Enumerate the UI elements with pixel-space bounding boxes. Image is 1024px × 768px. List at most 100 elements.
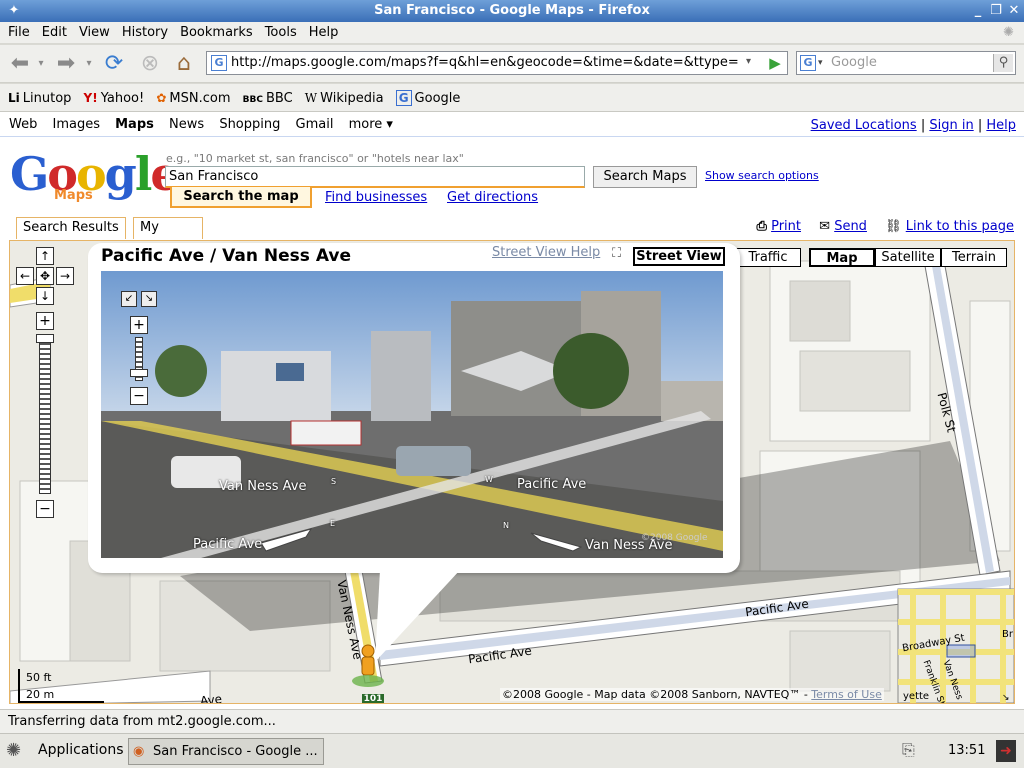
google-maps-logo[interactable]: Google Maps: [10, 148, 180, 208]
map-search-input[interactable]: San Francisco: [165, 166, 585, 188]
forward-history-icon[interactable]: ▾: [82, 50, 96, 78]
help-link[interactable]: Help: [986, 118, 1016, 133]
terms-of-use-link[interactable]: Terms of Use: [811, 688, 882, 701]
traffic-button[interactable]: Traffic: [735, 248, 801, 267]
url-dropdown-icon[interactable]: ▾: [746, 56, 751, 67]
street-view-button[interactable]: Street View: [633, 247, 725, 266]
go-button[interactable]: ▶: [764, 52, 786, 74]
clock[interactable]: 13:51: [948, 743, 985, 758]
pano-label-van-ness-left[interactable]: Van Ness Ave: [219, 479, 306, 494]
saved-locations-link[interactable]: Saved Locations: [811, 118, 917, 133]
zoom-out-button[interactable]: −: [36, 500, 54, 518]
search-icon[interactable]: ⚲: [993, 54, 1013, 72]
zoom-slider[interactable]: [39, 334, 51, 494]
map-type-map-button[interactable]: Map: [809, 248, 875, 267]
search-engine-icon[interactable]: G: [800, 55, 816, 71]
bookmark-label: BBC: [265, 91, 293, 106]
back-button[interactable]: ⬅: [6, 50, 34, 78]
gbar-gmail[interactable]: Gmail: [296, 117, 334, 132]
url-bar[interactable]: G http://maps.google.com/maps?f=q&hl=en&…: [206, 51, 788, 75]
window-menu-icon[interactable]: ✦: [6, 3, 22, 19]
separator: |: [920, 118, 926, 133]
taskbar-window-button[interactable]: ◉ San Francisco - Google ...: [128, 738, 324, 765]
bookmark-msn[interactable]: ✿ MSN.com: [156, 84, 230, 113]
pan-right-button[interactable]: →: [56, 267, 74, 285]
close-icon[interactable]: ✕: [1006, 3, 1022, 19]
home-button[interactable]: ⌂: [170, 50, 198, 78]
bookmarks-toolbar: Li Linutop Y! Yahoo! ✿ MSN.com BBC BBC W Wiki…: [0, 84, 1024, 112]
tab-find-businesses[interactable]: Find businesses: [325, 190, 427, 205]
mini-map-toggle-icon[interactable]: ↘: [1002, 693, 1010, 703]
gbar-news[interactable]: News: [169, 117, 204, 132]
gbar-web[interactable]: Web: [9, 117, 37, 132]
show-search-options-link[interactable]: Show search options: [705, 169, 819, 182]
send-link[interactable]: ✉ Send: [819, 219, 867, 234]
tab-my-maps[interactable]: My Maps: [133, 217, 203, 255]
bookmark-label: MSN.com: [169, 91, 231, 106]
menu-bar: File Edit View History Bookmarks Tools Help ✺: [0, 22, 1024, 44]
scale-bar: 50 ft 20 m: [18, 669, 104, 703]
pano-rotate-right-icon[interactable]: ↘: [141, 291, 157, 307]
stop-button[interactable]: ⊗: [136, 50, 164, 78]
pano-label-pacific-right[interactable]: Pacific Ave: [517, 477, 586, 492]
forward-button[interactable]: ➡: [52, 50, 80, 78]
menu-file[interactable]: File: [2, 22, 36, 43]
zoom-slider-handle[interactable]: [36, 334, 54, 343]
route-101-shield: 101: [362, 694, 384, 704]
web-search-input[interactable]: G ▾ Google ⚲: [796, 51, 1016, 75]
tab-get-directions[interactable]: Get directions: [447, 190, 538, 205]
menu-tools[interactable]: Tools: [259, 22, 303, 43]
scale-m: 20 m: [26, 688, 55, 701]
network-icon[interactable]: ⎘: [902, 740, 915, 760]
menu-view[interactable]: View: [73, 22, 116, 43]
menu-bookmarks[interactable]: Bookmarks: [174, 22, 259, 43]
fullscreen-icon[interactable]: ⛶: [612, 246, 621, 261]
gbar-images[interactable]: Images: [52, 117, 100, 132]
zoom-in-button[interactable]: +: [36, 312, 54, 330]
pan-left-button[interactable]: ←: [16, 267, 34, 285]
engine-dropdown-icon[interactable]: ▾: [818, 52, 823, 74]
gbar-shopping[interactable]: Shopping: [219, 117, 280, 132]
pan-up-button[interactable]: ↑: [36, 247, 54, 265]
pano-zoom-handle[interactable]: [130, 369, 148, 377]
menu-edit[interactable]: Edit: [36, 22, 73, 43]
tab-search-results[interactable]: Search Results: [16, 217, 126, 239]
pano-zoom-in-button[interactable]: +: [130, 316, 148, 334]
gbar-more[interactable]: more ▾: [349, 117, 393, 132]
street-view-help-link[interactable]: Street View Help: [492, 245, 600, 260]
menu-help[interactable]: Help: [303, 22, 345, 43]
bookmark-wikipedia[interactable]: W Wikipedia: [305, 84, 384, 113]
map-type-terrain-button[interactable]: Terrain: [941, 248, 1007, 267]
print-link[interactable]: ⎙ Print: [757, 219, 801, 234]
minimize-icon[interactable]: _: [970, 3, 986, 19]
bookmark-google[interactable]: G Google: [395, 84, 460, 113]
tab-search-the-map[interactable]: Search the map: [170, 187, 312, 208]
pano-label-pacific-left[interactable]: Pacific Ave: [193, 537, 262, 552]
reload-button[interactable]: ⟳: [100, 50, 128, 78]
bookmark-linutop[interactable]: Li Linutop: [8, 84, 71, 113]
back-history-icon[interactable]: ▾: [34, 50, 48, 78]
pano-rotate-left-icon[interactable]: ↙: [121, 291, 137, 307]
maximize-icon[interactable]: ❐: [988, 3, 1004, 19]
pan-center-button[interactable]: ✥: [36, 267, 54, 285]
pan-down-button[interactable]: ↓: [36, 287, 54, 305]
search-maps-button[interactable]: Search Maps: [593, 166, 697, 188]
bookmark-bbc[interactable]: BBC BBC: [243, 85, 293, 114]
link-to-page[interactable]: ⛓ Link to this page: [885, 219, 1014, 234]
street-view-panorama[interactable]: Van Ness Ave Pacific Ave Pacific Ave Van…: [101, 271, 723, 558]
bookmark-yahoo[interactable]: Y! Yahoo!: [84, 84, 145, 113]
map-type-satellite-button[interactable]: Satellite: [875, 248, 941, 267]
bubble-pointer: [375, 570, 460, 662]
throbber-icon: ✺: [1003, 25, 1014, 40]
site-favicon-icon: G: [211, 55, 227, 71]
firefox-icon: ◉: [133, 744, 145, 759]
bbc-icon: BBC: [242, 95, 263, 105]
applications-menu[interactable]: Applications: [38, 742, 124, 758]
sign-in-link[interactable]: Sign in: [929, 118, 973, 133]
menu-history[interactable]: History: [116, 22, 174, 43]
google-bar-account: Saved Locations | Sign in | Help: [811, 118, 1016, 133]
pano-zoom-out-button[interactable]: −: [130, 387, 148, 405]
google-bar-links: Web Images Maps News Shopping Gmail more…: [9, 117, 404, 132]
shutdown-icon[interactable]: ➜: [996, 740, 1016, 762]
applications-menu-icon[interactable]: ✺: [6, 740, 21, 761]
